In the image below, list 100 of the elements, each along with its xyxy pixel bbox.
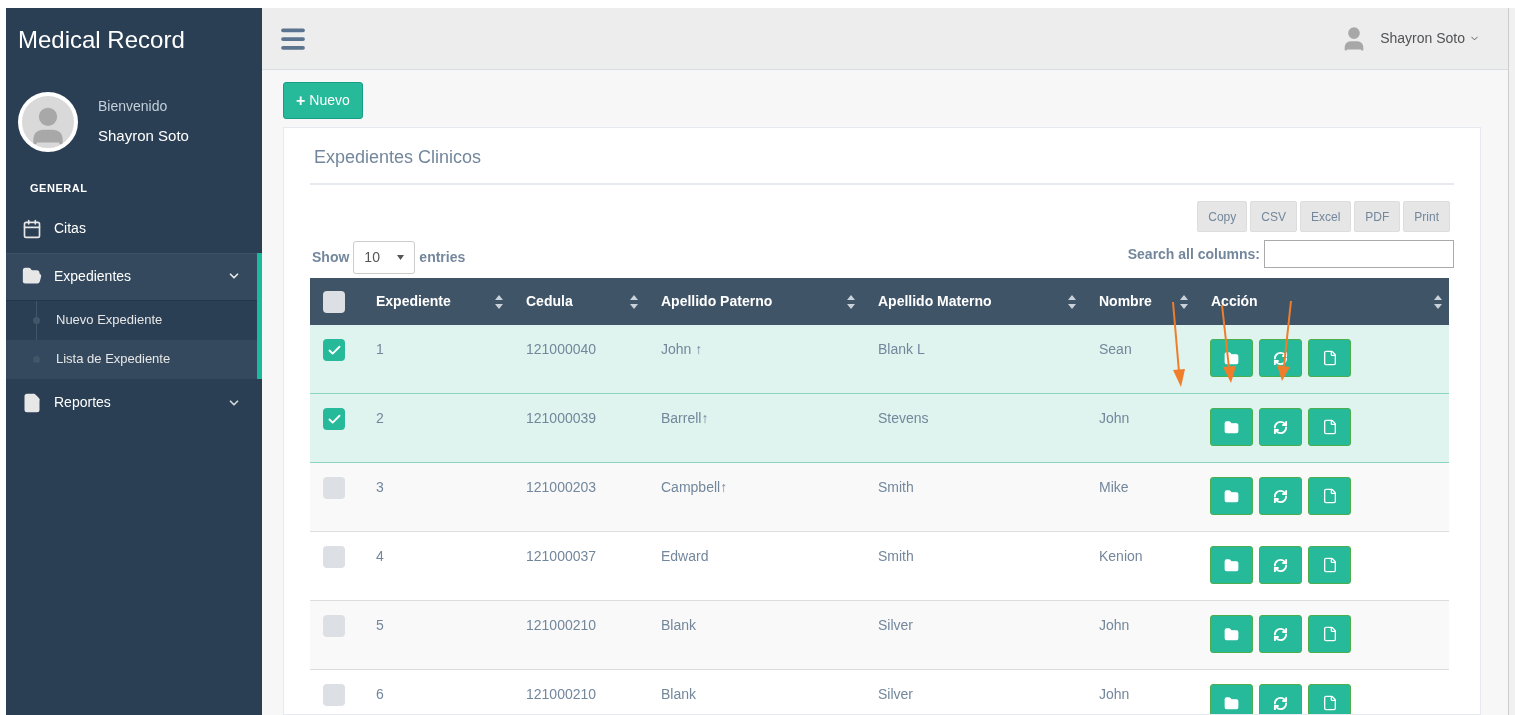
user-menu[interactable]: Shayron Soto xyxy=(1380,28,1480,49)
open-button[interactable] xyxy=(1210,339,1253,377)
table-cell: 4 xyxy=(376,548,384,564)
column-header[interactable]: Apellido Materno xyxy=(878,291,992,312)
document-button[interactable] xyxy=(1308,546,1351,584)
document-button[interactable] xyxy=(1308,684,1351,714)
column-header[interactable]: Expediente xyxy=(376,291,451,312)
document-button[interactable] xyxy=(1308,408,1351,446)
folder-icon xyxy=(22,266,42,286)
caret-icon xyxy=(397,254,405,260)
entries-label: entries xyxy=(419,247,466,267)
table-cell: Campbell↑ xyxy=(661,479,728,495)
document-button[interactable] xyxy=(1308,615,1351,653)
table-cell: Sean xyxy=(1099,341,1132,357)
open-button[interactable] xyxy=(1210,477,1253,515)
refresh-icon xyxy=(1273,350,1288,366)
section-heading: GENERAL xyxy=(29,181,89,196)
table-cell: Stevens xyxy=(878,410,929,426)
folder-icon xyxy=(1224,695,1239,711)
table-cell: 121000210 xyxy=(526,617,597,633)
table-cell: 5 xyxy=(376,617,384,633)
refresh-button[interactable] xyxy=(1259,615,1302,653)
user-name: Shayron Soto xyxy=(98,126,189,147)
refresh-icon xyxy=(1273,695,1288,711)
app-title: Medical Record xyxy=(17,25,186,55)
open-button[interactable] xyxy=(1210,684,1253,714)
table-row[interactable]: 5 121000210 Blank Silver John xyxy=(310,601,1449,670)
table-row[interactable]: 3 121000203 Campbell↑ Smith Mike xyxy=(310,463,1449,532)
refresh-icon xyxy=(1273,488,1288,504)
refresh-icon xyxy=(1273,419,1288,435)
column-header[interactable]: Apellido Paterno xyxy=(661,291,773,312)
table-cell: Smith xyxy=(878,548,914,564)
row-checkbox[interactable] xyxy=(323,684,345,706)
table-cell: Smith xyxy=(878,479,914,495)
column-header[interactable]: Cedula xyxy=(526,291,573,312)
document-icon xyxy=(1321,695,1338,711)
sort-icon xyxy=(495,294,503,309)
sort-icon xyxy=(1068,294,1076,309)
search-field[interactable] xyxy=(1264,240,1454,268)
open-button[interactable] xyxy=(1210,615,1253,653)
document-icon xyxy=(1321,488,1338,504)
table-cell: 121000037 xyxy=(526,548,597,564)
document-button[interactable] xyxy=(1308,339,1351,377)
folder-icon xyxy=(1224,626,1239,642)
column-header[interactable]: Nombre xyxy=(1099,291,1152,312)
table-cell: John ↑ xyxy=(661,341,703,357)
refresh-button[interactable] xyxy=(1259,339,1302,377)
show-label: Show xyxy=(312,247,350,267)
table-cell: 2 xyxy=(376,410,384,426)
table-cell: 121000040 xyxy=(526,341,597,357)
table-cell: Mike xyxy=(1099,479,1129,495)
sidebar-item[interactable]: Reportes xyxy=(6,378,257,427)
document-button[interactable] xyxy=(1308,477,1351,515)
folder-icon xyxy=(1224,488,1239,504)
submenu-item[interactable]: Lista de Expediente xyxy=(6,339,257,379)
table-cell: John xyxy=(1099,410,1130,426)
submenu-item[interactable]: Nuevo Expediente xyxy=(6,300,257,340)
table-cell: Silver xyxy=(878,686,913,702)
sort-icon xyxy=(1434,294,1442,309)
column-header[interactable]: Acción xyxy=(1211,291,1258,312)
row-checkbox[interactable] xyxy=(323,477,345,499)
folder-icon xyxy=(1224,419,1239,435)
refresh-button[interactable] xyxy=(1259,684,1302,714)
refresh-button[interactable] xyxy=(1259,477,1302,515)
table-cell: 121000210 xyxy=(526,686,597,702)
calendar-icon xyxy=(22,218,42,239)
table-cell: 3 xyxy=(376,479,384,495)
table-cell: Blank xyxy=(661,686,697,702)
sidebar-item[interactable]: Expedientes xyxy=(6,252,257,301)
open-button[interactable] xyxy=(1210,546,1253,584)
table-cell: Barrell↑ xyxy=(661,410,709,426)
table-cell: Blank L xyxy=(878,341,925,357)
refresh-button[interactable] xyxy=(1259,546,1302,584)
row-checkbox[interactable] xyxy=(323,615,345,637)
row-checkbox[interactable] xyxy=(323,546,345,568)
document-icon xyxy=(1321,419,1338,435)
sidebar-item[interactable]: Citas xyxy=(6,204,257,253)
document-icon xyxy=(1321,626,1338,642)
open-button[interactable] xyxy=(1210,408,1253,446)
sort-icon xyxy=(847,294,855,309)
folder-icon xyxy=(1224,557,1239,573)
table-cell: 1 xyxy=(376,341,384,357)
avatar xyxy=(18,92,78,152)
table-cell: Kenion xyxy=(1099,548,1143,564)
page-size-select[interactable]: 10 xyxy=(353,240,416,274)
table-row[interactable]: 1 121000040 John ↑ Blank L Sean xyxy=(310,325,1449,394)
refresh-button[interactable] xyxy=(1259,408,1302,446)
sort-icon xyxy=(1180,294,1188,309)
panel-title: Expedientes Clinicos xyxy=(310,144,1454,185)
table-cell: Edward xyxy=(661,548,709,564)
row-checkbox[interactable] xyxy=(323,339,345,361)
sort-icon xyxy=(630,294,638,309)
table-cell: 121000039 xyxy=(526,410,597,426)
row-checkbox[interactable] xyxy=(323,290,345,313)
row-checkbox[interactable] xyxy=(323,408,345,430)
scrollbar[interactable] xyxy=(1508,8,1515,715)
search-label: Search all columns: xyxy=(1127,244,1260,264)
folder-icon xyxy=(1224,350,1239,366)
table-cell: 121000203 xyxy=(526,479,597,495)
refresh-icon xyxy=(1273,557,1288,573)
